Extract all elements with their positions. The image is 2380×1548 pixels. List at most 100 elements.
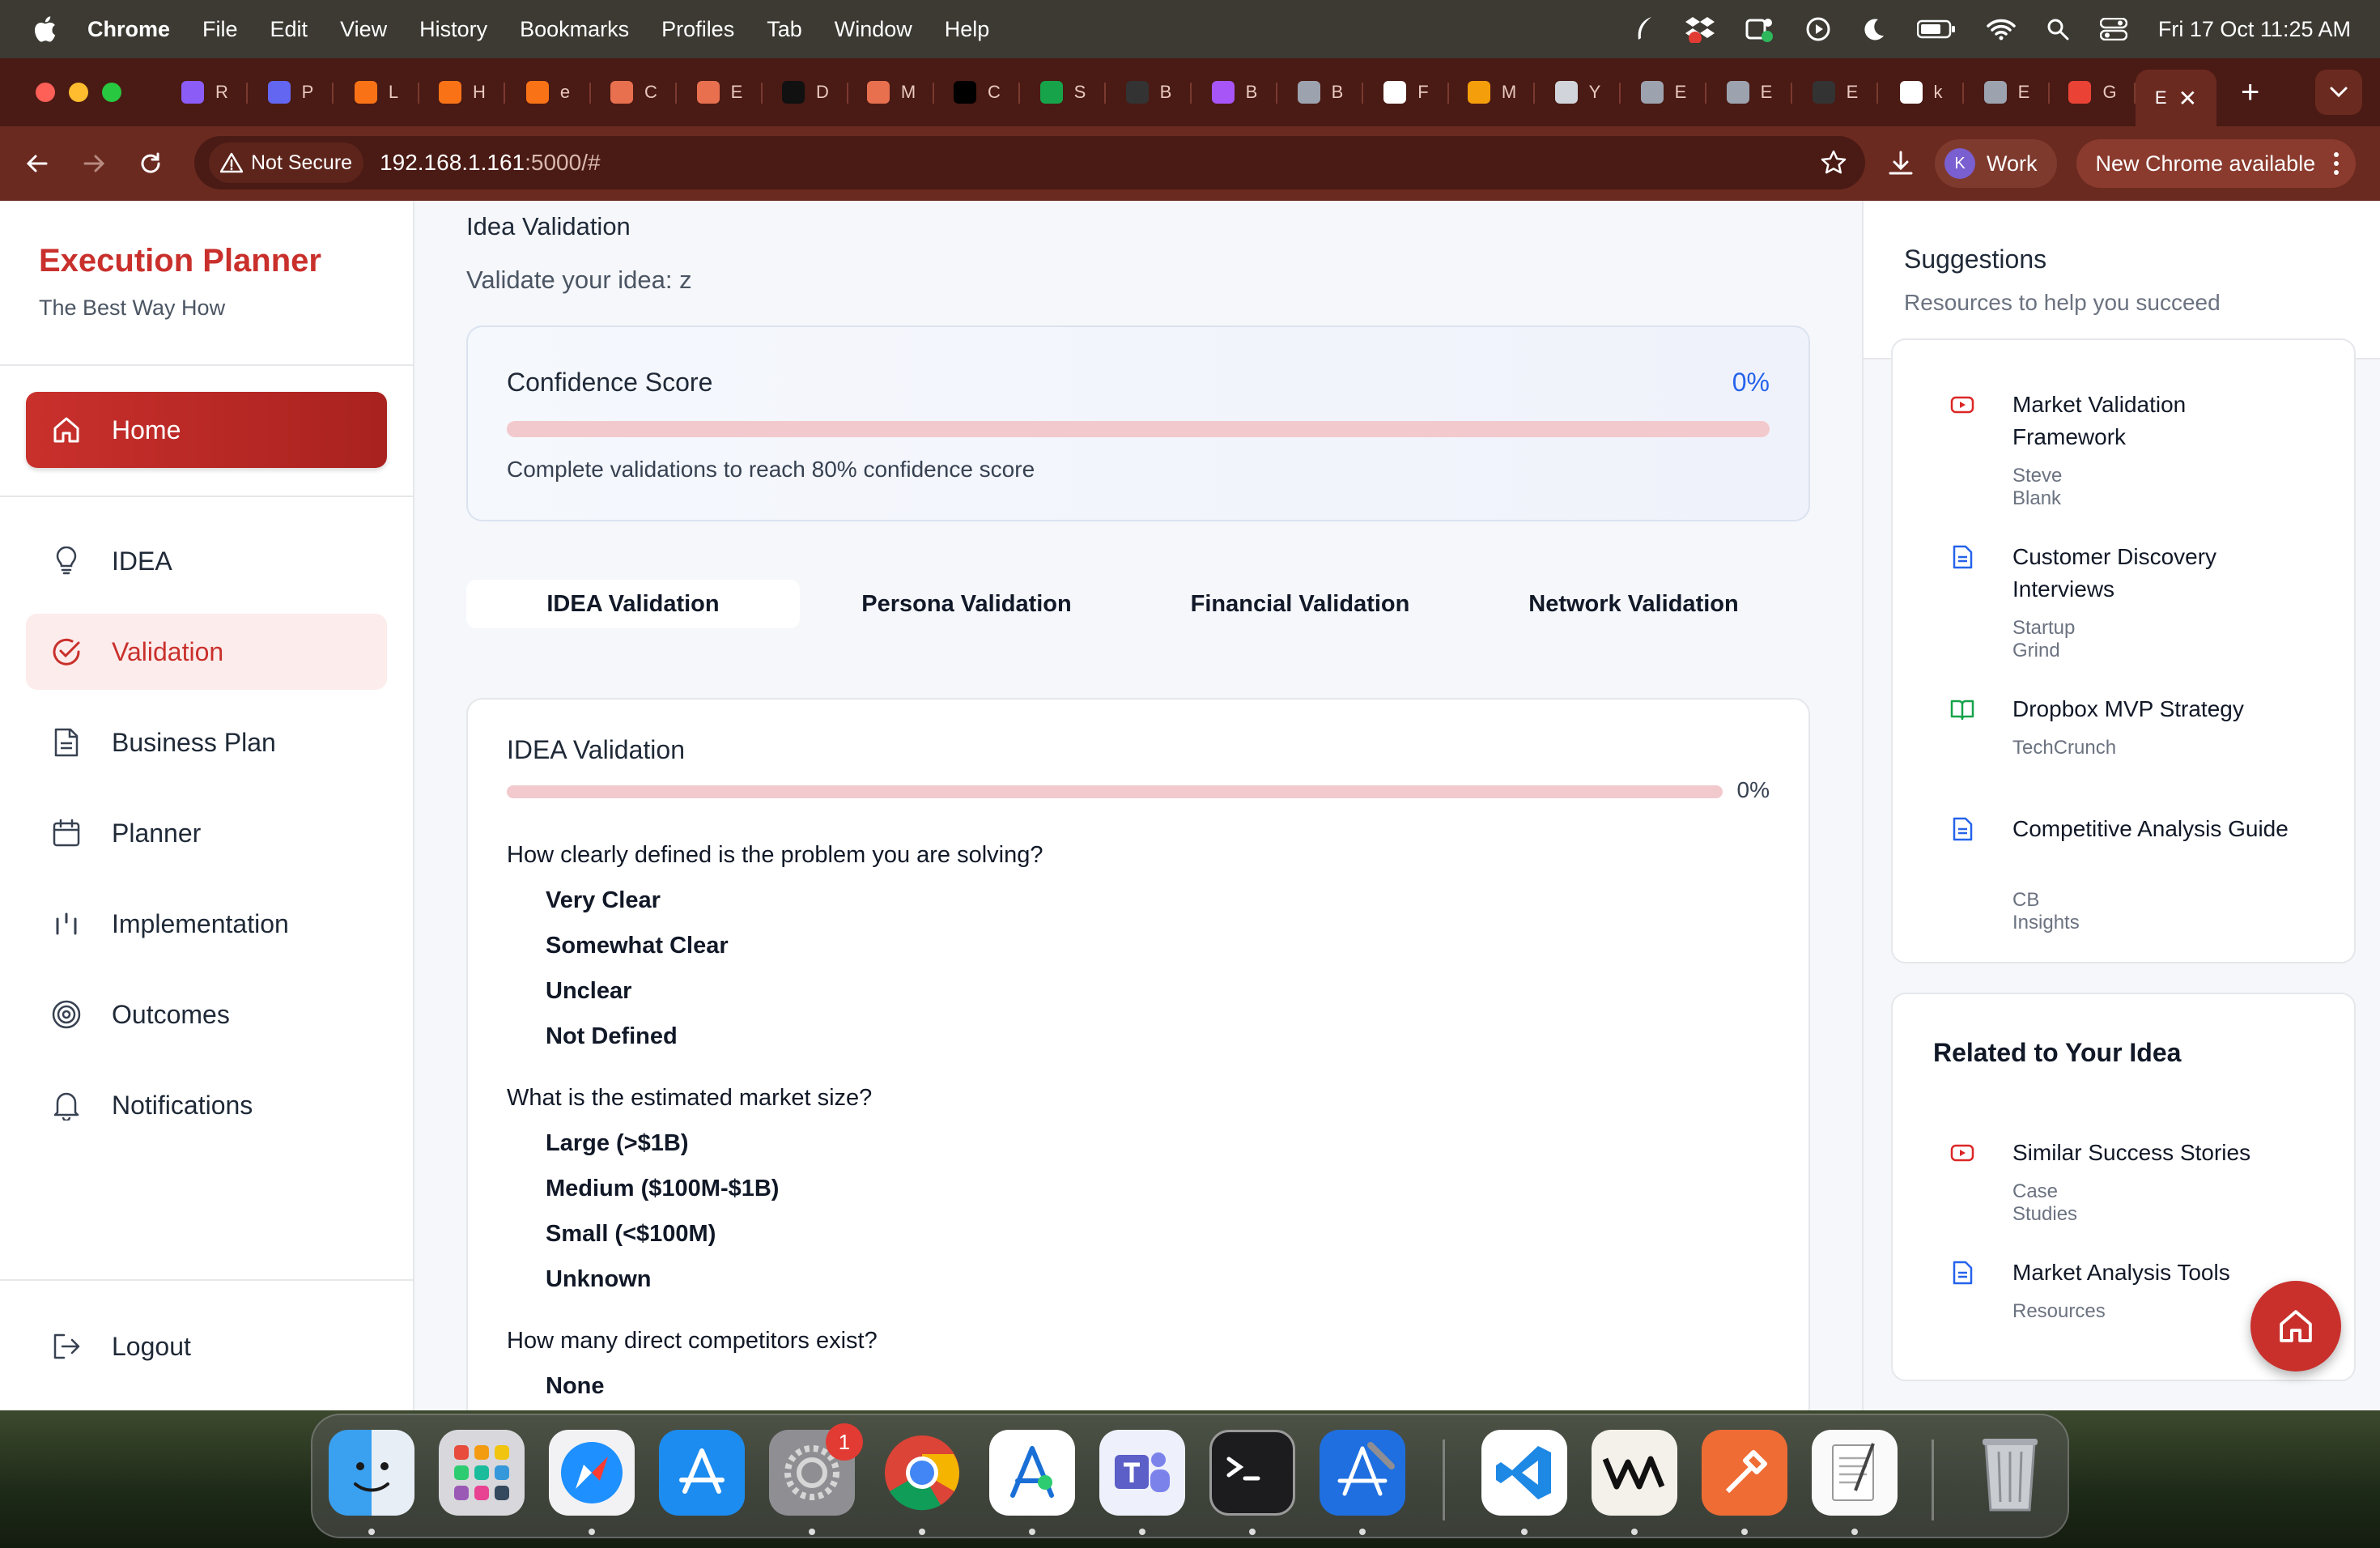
browser-tab[interactable]: G xyxy=(2050,58,2136,126)
feather-icon[interactable] xyxy=(1634,15,1655,43)
apple-logo-icon[interactable] xyxy=(32,15,57,43)
search-icon[interactable] xyxy=(2046,18,2069,40)
finder-icon[interactable] xyxy=(329,1430,414,1516)
sidebar-item-implementation[interactable]: Implementation xyxy=(26,886,387,962)
browser-tab[interactable]: L xyxy=(334,58,419,126)
teams-status-icon[interactable] xyxy=(1745,15,1774,43)
play-icon[interactable] xyxy=(1805,16,1831,42)
menu-profiles[interactable]: Profiles xyxy=(661,17,734,42)
browser-tab[interactable]: B xyxy=(1192,58,1277,126)
answer-option[interactable]: None xyxy=(546,1373,605,1400)
browser-tab[interactable]: B xyxy=(1106,58,1192,126)
tab-financial-validation[interactable]: Financial Validation xyxy=(1133,580,1467,628)
security-chip[interactable]: Not Secure xyxy=(209,142,364,183)
browser-tab[interactable]: M xyxy=(1449,58,1535,126)
browser-tab[interactable]: B xyxy=(1277,58,1363,126)
answer-option[interactable]: Small (<$100M) xyxy=(546,1221,716,1248)
browser-tab[interactable]: S xyxy=(1020,58,1106,126)
sidebar-item-business-plan[interactable]: Business Plan xyxy=(26,704,387,780)
browser-tab[interactable]: E xyxy=(677,58,763,126)
menu-clock[interactable]: Fri 17 Oct 11:25 AM xyxy=(2158,17,2351,42)
dropbox-icon[interactable] xyxy=(1685,15,1715,43)
safari-icon[interactable] xyxy=(549,1430,635,1516)
browser-tab[interactable]: C xyxy=(591,58,677,126)
browser-tab[interactable]: Y xyxy=(1535,58,1621,126)
browser-tab[interactable]: M xyxy=(848,58,934,126)
tab-network-validation[interactable]: Network Validation xyxy=(1467,580,1800,628)
teams-icon[interactable] xyxy=(1099,1430,1185,1516)
browser-tab[interactable]: R xyxy=(162,58,248,126)
new-tab-button[interactable]: + xyxy=(2241,74,2259,111)
menu-bookmarks[interactable]: Bookmarks xyxy=(520,17,629,42)
address-bar[interactable]: Not Secure 192.168.1.161:5000/# xyxy=(194,136,1865,189)
sidebar-item-home[interactable]: Home xyxy=(26,392,387,468)
browser-tab[interactable]: E xyxy=(1621,58,1706,126)
browser-tab[interactable]: D xyxy=(763,58,848,126)
zoom-window-button[interactable] xyxy=(102,83,121,102)
answer-option[interactable]: Large (>$1B) xyxy=(546,1130,688,1157)
instruments-icon[interactable] xyxy=(989,1430,1075,1516)
answer-option[interactable]: Unclear xyxy=(546,978,631,1005)
active-tab[interactable]: E ✕ xyxy=(2136,70,2216,126)
answer-option[interactable]: Very Clear xyxy=(546,887,661,914)
profile-button[interactable]: K Work xyxy=(1935,139,2057,188)
update-chrome-button[interactable]: New Chrome available xyxy=(2076,139,2357,188)
menu-help[interactable]: Help xyxy=(945,17,990,42)
menu-tab[interactable]: Tab xyxy=(767,17,802,42)
wifi-icon[interactable] xyxy=(1987,18,2016,40)
menu-view[interactable]: View xyxy=(340,17,387,42)
postman-icon[interactable] xyxy=(1702,1430,1787,1516)
forward-button[interactable] xyxy=(78,147,110,180)
close-window-button[interactable] xyxy=(36,83,55,102)
vscode-icon[interactable] xyxy=(1481,1430,1567,1516)
browser-tab[interactable]: k xyxy=(1878,58,1964,126)
close-tab-icon[interactable]: ✕ xyxy=(2178,85,2197,112)
minimize-window-button[interactable] xyxy=(69,83,88,102)
sidebar-item-label: Outcomes xyxy=(112,999,230,1029)
reload-button[interactable] xyxy=(134,147,167,180)
sidebar-item-outcomes[interactable]: Outcomes xyxy=(26,976,387,1053)
trash-icon[interactable] xyxy=(1967,1430,2053,1516)
sidebar-item-planner[interactable]: Planner xyxy=(26,795,387,871)
browser-tab[interactable]: H xyxy=(419,58,505,126)
xcode-icon[interactable] xyxy=(1320,1430,1405,1516)
sidebar-item-validation[interactable]: Validation xyxy=(26,614,387,690)
browser-tab[interactable]: E xyxy=(1964,58,2050,126)
browser-tab[interactable]: E xyxy=(1792,58,1878,126)
browser-tab[interactable]: F xyxy=(1363,58,1449,126)
browser-tab[interactable]: E xyxy=(1706,58,1792,126)
browser-tab[interactable]: C xyxy=(934,58,1020,126)
bookmark-star-icon[interactable] xyxy=(1820,149,1847,176)
menu-edit[interactable]: Edit xyxy=(270,17,308,42)
home-fab-button[interactable] xyxy=(2250,1281,2341,1372)
battery-icon[interactable] xyxy=(1916,19,1956,40)
textedit-icon[interactable] xyxy=(1812,1430,1898,1516)
chrome-icon[interactable] xyxy=(879,1430,965,1516)
answer-option[interactable]: Medium ($100M-$1B) xyxy=(546,1176,779,1202)
browser-tab[interactable]: e xyxy=(505,58,591,126)
download-icon[interactable] xyxy=(1886,149,1915,178)
tab-search-button[interactable] xyxy=(2315,70,2362,115)
menu-app-name[interactable]: Chrome xyxy=(87,17,170,42)
app-store-icon[interactable] xyxy=(659,1430,745,1516)
logout-button[interactable]: Logout xyxy=(26,1308,387,1384)
menu-file[interactable]: File xyxy=(202,17,238,42)
menu-history[interactable]: History xyxy=(419,17,487,42)
terminal-icon[interactable] xyxy=(1209,1430,1295,1516)
answer-option[interactable]: Somewhat Clear xyxy=(546,933,729,959)
answer-option[interactable]: Not Defined xyxy=(546,1023,678,1050)
resource-title: Market Validation Framework xyxy=(2012,392,2187,449)
tab-idea-validation[interactable]: IDEA Validation xyxy=(466,580,800,628)
sidebar-item-notifications[interactable]: Notifications xyxy=(26,1067,387,1143)
answer-option[interactable]: Unknown xyxy=(546,1266,652,1293)
sidebar-item-idea[interactable]: IDEA xyxy=(26,523,387,599)
system-settings-icon[interactable]: 1 xyxy=(769,1423,863,1516)
moon-icon[interactable] xyxy=(1862,17,1886,41)
back-button[interactable] xyxy=(21,147,53,180)
menu-window[interactable]: Window xyxy=(835,17,912,42)
tab-persona-validation[interactable]: Persona Validation xyxy=(800,580,1133,628)
control-center-icon[interactable] xyxy=(2099,18,2127,40)
launchpad-icon[interactable] xyxy=(439,1430,525,1516)
browser-tab[interactable]: P xyxy=(248,58,334,126)
warp-icon[interactable] xyxy=(1592,1430,1677,1516)
